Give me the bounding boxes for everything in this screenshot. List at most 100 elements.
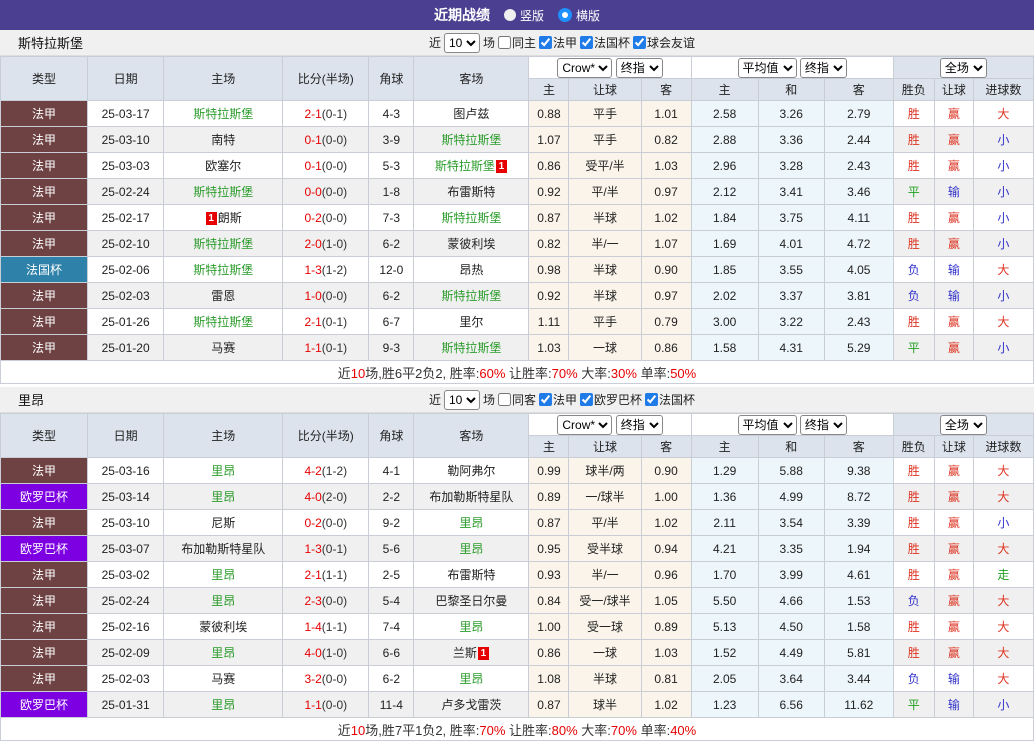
team-label: 蒙彼利埃 [447, 237, 496, 251]
away-team-cell: 卢多戈雷茨 [413, 691, 530, 718]
away-team-cell: 斯特拉斯堡 [413, 282, 530, 309]
team-label: 巴黎圣日尔曼 [435, 594, 508, 608]
odds-stage-select[interactable]: 终指 [615, 57, 663, 78]
match-row: 法甲 25-02-16 蒙彼利埃 1-4(1-1) 7-4 里昂 1.00 受一球 0.89 5.… [0, 613, 1034, 640]
europe-odds-cell: 3.22 [757, 308, 825, 335]
horizontal-layout-radio[interactable]: 横版 [558, 7, 600, 24]
handicap-odds-cell: 0.97 [640, 178, 692, 205]
league-checkbox[interactable]: 球会友谊 [633, 34, 695, 51]
match-type-cell: 欧罗巴杯 [0, 691, 89, 718]
same-venue-checkbox[interactable]: 同主 [497, 34, 536, 51]
col-handicap: 让球 [568, 435, 642, 458]
europe-odds-cell: 4.21 [690, 535, 759, 562]
home-team-cell: 斯特拉斯堡 [163, 308, 284, 335]
away-team-cell: 斯特拉斯堡 [413, 204, 530, 231]
handicap-odds-cell: 1.11 [528, 308, 570, 335]
match-count-select[interactable]: 10 [443, 32, 480, 53]
europe-odds-cell: 5.81 [823, 639, 894, 666]
match-type-cell: 法甲 [0, 665, 89, 692]
corner-cell: 1-8 [368, 178, 415, 205]
score-cell: 4-0(2-0) [282, 483, 370, 510]
summary-text: 70% [551, 365, 578, 381]
europe-odds-cell: 3.36 [757, 126, 825, 153]
score-cell: 1-3(1-2) [282, 256, 370, 283]
result-cell: 小 [972, 334, 1034, 361]
summary-text: 单率: [636, 722, 671, 738]
away-team-cell: 里昂 [413, 535, 530, 562]
full-time-score: 1-0 [304, 288, 322, 303]
handicap-odds-cell: 0.87 [528, 204, 570, 231]
match-date-cell: 25-03-10 [87, 509, 165, 536]
result-cell: 输 [933, 282, 974, 309]
match-date-cell: 25-03-10 [87, 126, 165, 153]
europe-odds-cell: 4.31 [757, 334, 825, 361]
result-cell: 赢 [933, 126, 974, 153]
europe-odds-cell: 1.70 [690, 561, 759, 588]
same-venue-checkbox[interactable]: 同客 [497, 391, 536, 408]
europe-odds-cell: 4.99 [757, 483, 825, 510]
col-type: 类型 [0, 56, 89, 101]
match-count-select[interactable]: 10 [443, 389, 480, 410]
europe-odds-cell: 4.50 [757, 613, 825, 640]
average-stage-select[interactable]: 终指 [799, 414, 847, 435]
europe-odds-cell: 1.94 [823, 535, 894, 562]
result-cell: 胜 [892, 230, 935, 257]
league-checkbox[interactable]: 法甲 [539, 391, 577, 408]
odds-stage-select[interactable]: 终指 [615, 414, 663, 435]
league-checkbox[interactable]: 法国杯 [580, 34, 630, 51]
score-cell: 0-1(0-0) [282, 126, 370, 153]
league-checkbox[interactable]: 法甲 [539, 34, 577, 51]
match-row: 法甲 25-02-24 里昂 2-3(0-0) 5-4 巴黎圣日尔曼 0.84 受一/球半 1.… [0, 587, 1034, 614]
handicap-odds-cell: 半/一 [568, 561, 642, 588]
full-time-score: 1-4 [304, 619, 322, 634]
average-select[interactable]: 平均值 [737, 414, 797, 435]
score-cell: 1-1(0-0) [282, 691, 370, 718]
europe-odds-cell: 3.28 [757, 152, 825, 179]
page-header: 近期战绩 竖版 横版 [0, 0, 1034, 30]
match-date-cell: 25-02-17 [87, 204, 165, 231]
result-cell: 赢 [933, 152, 974, 179]
handicap-odds-cell: 1.00 [528, 613, 570, 640]
league-checkbox[interactable]: 法国杯 [645, 391, 695, 408]
match-row: 法甲 25-02-03 马赛 3-2(0-0) 6-2 里昂 1.08 半球 0.81 2.05 3… [0, 665, 1034, 692]
score-cell: 0-0(0-0) [282, 178, 370, 205]
match-row: 法甲 25-03-03 欧塞尔 0-1(0-0) 5-3 斯特拉斯堡 1 0.86 受平/半 1.… [0, 152, 1034, 179]
half-time-score: (0-0) [321, 184, 348, 199]
average-stage-select[interactable]: 终指 [799, 57, 847, 78]
col-handicap-result: 让球 [933, 78, 974, 101]
half-time-score: (0-1) [321, 340, 348, 355]
away-team-cell: 里昂 [413, 613, 530, 640]
handicap-odds-cell: 0.81 [640, 665, 692, 692]
corner-cell: 5-4 [368, 587, 415, 614]
summary-text: 70% [610, 722, 637, 738]
col-odds-away: 客 [823, 435, 894, 458]
europe-odds-cell: 1.29 [690, 457, 759, 484]
home-team-cell: 斯特拉斯堡 [163, 256, 284, 283]
team-label: 卢多戈雷茨 [441, 698, 502, 712]
home-team-cell: 里昂 [163, 457, 284, 484]
average-select[interactable]: 平均值 [737, 57, 797, 78]
handicap-odds-cell: 0.88 [528, 100, 570, 127]
scope-select[interactable]: 全场 [939, 57, 987, 78]
summary-text: 让胜率: [505, 722, 552, 738]
result-cell: 大 [972, 100, 1034, 127]
odds-company-select[interactable]: Crow* [557, 414, 613, 435]
league-checkbox[interactable]: 欧罗巴杯 [580, 391, 642, 408]
handicap-odds-cell: 半球 [568, 256, 642, 283]
half-time-score: (0-1) [321, 314, 348, 329]
col-winlose: 胜负 [892, 78, 935, 101]
col-handicap: 让球 [568, 78, 642, 101]
col-handicap-result: 让球 [933, 435, 974, 458]
full-time-score: 2-1 [304, 567, 322, 582]
scope-select[interactable]: 全场 [939, 414, 987, 435]
full-time-score: 1-3 [304, 541, 322, 556]
corner-cell: 11-4 [368, 691, 415, 718]
result-cell: 小 [972, 282, 1034, 309]
handicap-odds-cell: 受一/球半 [568, 587, 642, 614]
odds-company-select[interactable]: Crow* [557, 57, 613, 78]
team-label: 南特 [211, 133, 236, 147]
score-cell: 2-0(1-0) [282, 230, 370, 257]
summary-text: 场,胜6平2负2, 胜率: [365, 365, 480, 381]
match-date-cell: 25-02-03 [87, 282, 165, 309]
vertical-layout-radio[interactable]: 竖版 [503, 7, 544, 24]
